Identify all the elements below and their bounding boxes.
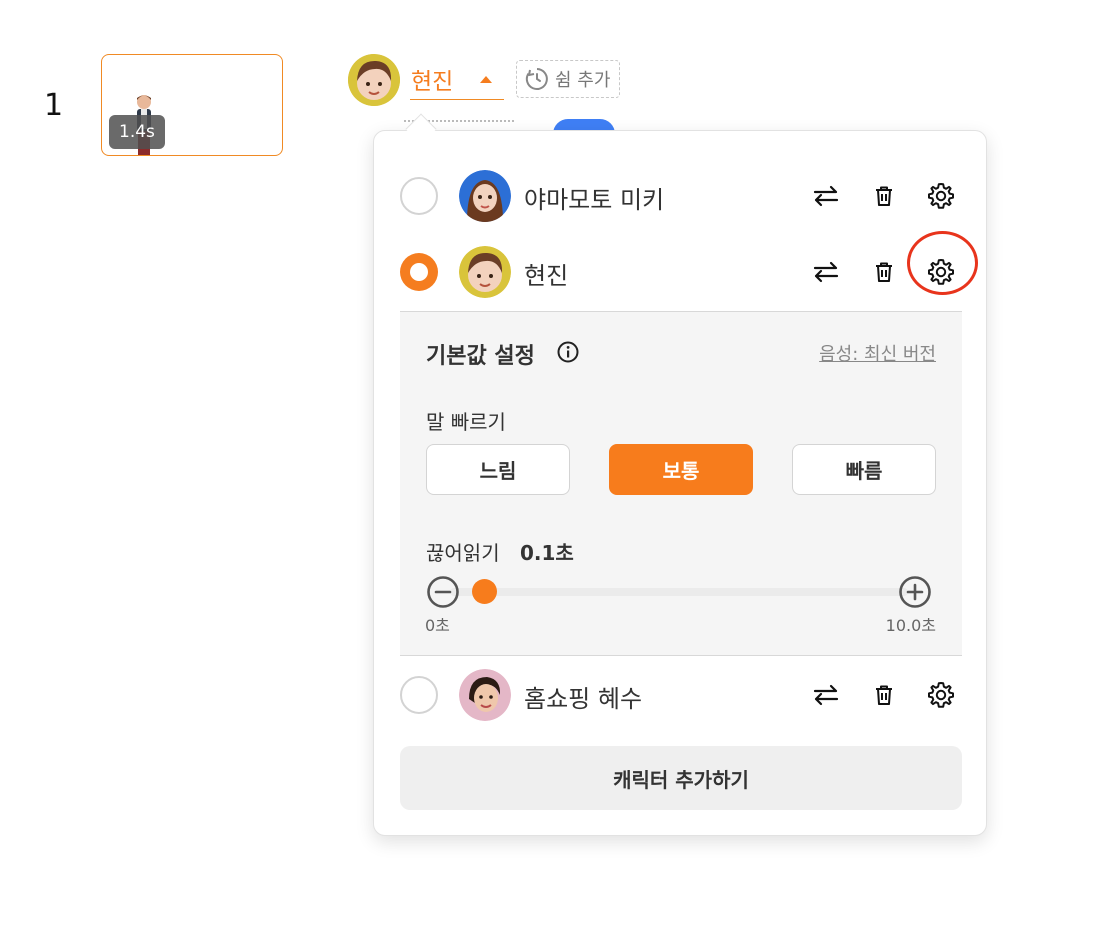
minus-icon[interactable] <box>426 575 460 609</box>
avatar <box>459 669 511 721</box>
add-pause-label: 쉼 추가 <box>555 70 611 91</box>
gear-icon <box>928 183 954 209</box>
trash-icon <box>876 262 892 282</box>
character-name: 홈쇼핑 혜수 <box>524 685 643 713</box>
pause-slider-handle[interactable] <box>472 579 498 604</box>
default-settings-panel: 기본값 설정 음성: 최신 버전 말 빠르기 느림 보통 빠름 끊어읽기 0.1… <box>400 311 962 656</box>
scene-index: 1 <box>44 88 64 123</box>
character-radio-selected[interactable] <box>400 253 438 291</box>
swap-arrows-icon <box>813 185 839 207</box>
character-name: 현진 <box>524 262 569 290</box>
header-character-avatar[interactable] <box>348 54 400 106</box>
swap-button[interactable] <box>808 254 844 290</box>
character-row-selected[interactable]: 현진 <box>374 231 986 308</box>
info-icon[interactable] <box>557 341 579 363</box>
pause-slider-track[interactable] <box>450 588 908 596</box>
character-dropdown-label: 현진 <box>411 69 454 95</box>
swap-arrows-icon <box>813 684 839 706</box>
timer-icon <box>525 68 548 90</box>
voice-version-link[interactable]: 음성: 최신 버전 <box>819 340 936 366</box>
character-row[interactable]: 야마모토 미키 <box>374 160 986 232</box>
settings-button[interactable] <box>923 677 959 713</box>
duration-badge: 1.4s <box>109 115 165 149</box>
swap-button[interactable] <box>808 677 844 713</box>
trash-icon <box>876 186 892 206</box>
settings-title: 기본값 설정 <box>426 344 535 369</box>
character-name: 야마모토 미키 <box>524 186 665 214</box>
add-pause-button[interactable]: 쉼 추가 <box>516 60 620 98</box>
character-dropdown[interactable]: 현진 <box>410 60 504 100</box>
settings-button[interactable] <box>923 178 959 214</box>
character-radio[interactable] <box>400 177 438 215</box>
swap-button[interactable] <box>808 178 844 214</box>
gear-icon <box>928 682 954 708</box>
delete-button[interactable] <box>866 178 902 214</box>
speed-fast-button[interactable]: 빠름 <box>792 444 936 495</box>
add-character-button[interactable]: 캐릭터 추가하기 <box>400 746 962 810</box>
speed-slow-button[interactable]: 느림 <box>426 444 570 495</box>
scene-thumbnail[interactable]: 1.4s <box>101 54 283 156</box>
character-radio[interactable] <box>400 676 438 714</box>
swap-arrows-icon <box>813 261 839 283</box>
character-popover: 야마모토 미키 현진 기본값 설정 음성: 최신 버전 말 빠르기 느림 보통 … <box>373 130 987 836</box>
pause-value: 0.1초 <box>520 541 574 565</box>
avatar <box>459 246 511 298</box>
plus-icon[interactable] <box>898 575 932 609</box>
caret-up-icon <box>480 76 492 83</box>
delete-button[interactable] <box>866 254 902 290</box>
delete-button[interactable] <box>866 677 902 713</box>
speed-label: 말 빠르기 <box>426 410 506 434</box>
highlight-circle <box>907 231 978 295</box>
pause-label: 끊어읽기 <box>426 541 500 565</box>
character-row[interactable]: 홈쇼핑 혜수 <box>374 659 986 731</box>
avatar <box>459 170 511 222</box>
trash-icon <box>876 685 892 705</box>
speed-normal-button[interactable]: 보통 <box>609 444 753 495</box>
slider-min-label: 0초 <box>425 616 450 635</box>
slider-max-label: 10.0초 <box>885 616 936 635</box>
